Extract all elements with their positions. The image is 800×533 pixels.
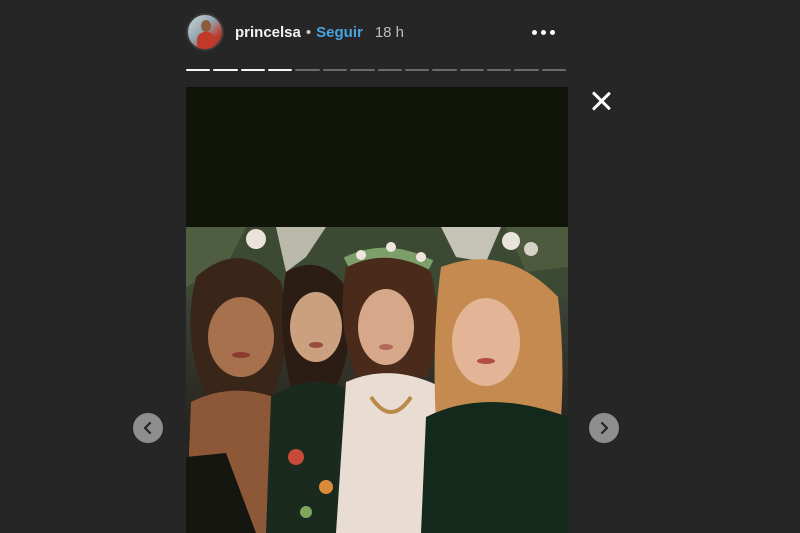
- chevron-right-icon: [600, 421, 609, 435]
- progress-segment: [350, 69, 375, 71]
- group-photo-image: [186, 227, 568, 533]
- more-dot: [540, 29, 546, 35]
- more-options-icon[interactable]: [528, 22, 558, 42]
- previous-story-button[interactable]: [133, 413, 163, 443]
- progress-segment: [432, 69, 457, 71]
- more-dot: [549, 29, 555, 35]
- chevron-left-icon: [143, 421, 152, 435]
- progress-segment: [186, 69, 211, 71]
- follow-button[interactable]: Seguir: [316, 24, 363, 41]
- story-photo: [186, 227, 568, 533]
- progress-segment: [268, 69, 293, 71]
- progress-segment: [486, 69, 512, 71]
- timestamp: 18 h: [374, 23, 405, 41]
- avatar-body: [197, 32, 215, 49]
- progress-segment: [295, 69, 320, 71]
- progress-segment: [240, 69, 266, 71]
- more-dot: [531, 29, 537, 35]
- username-link[interactable]: princelsa: [235, 24, 301, 41]
- progress-segment: [213, 69, 238, 71]
- progress-segment: [459, 69, 484, 71]
- next-story-button[interactable]: [589, 413, 619, 443]
- progress-segment: [514, 69, 539, 71]
- user-avatar[interactable]: [186, 13, 224, 51]
- separator-dot: •: [305, 23, 312, 41]
- progress-segment: [322, 69, 348, 71]
- story-progress-bar: [186, 69, 567, 72]
- close-icon[interactable]: [588, 88, 614, 114]
- progress-segment: [404, 69, 430, 71]
- story-viewer[interactable]: [186, 87, 568, 533]
- story-header: princelsa • Seguir 18 h: [186, 12, 566, 52]
- avatar-head: [201, 20, 211, 32]
- progress-segment: [377, 69, 402, 71]
- progress-segment: [541, 69, 567, 71]
